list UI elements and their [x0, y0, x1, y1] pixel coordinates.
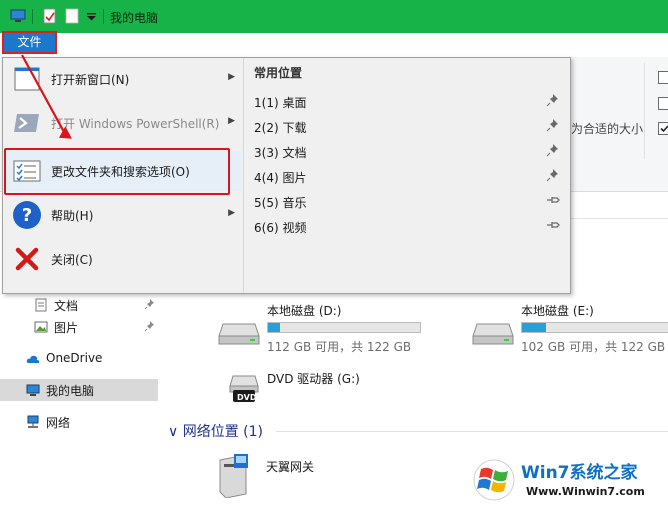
- file-tab-label: 文件: [17, 35, 42, 49]
- drive-name: 本地磁盘 (E:): [521, 304, 594, 318]
- network-locations-header[interactable]: ∨ 网络位置 (1): [168, 421, 263, 441]
- title-bar: 我的电脑: [0, 0, 668, 33]
- drive-usage-bar: [267, 322, 421, 333]
- drive-name: 本地磁盘 (D:): [267, 304, 342, 318]
- recent-item-label: 6(6) 视频: [254, 221, 307, 235]
- submenu-arrow-icon: ▶: [228, 72, 235, 82]
- nav-item-network[interactable]: 网络: [0, 411, 158, 433]
- ribbon-separator: [644, 63, 645, 159]
- drive-usage-fill: [268, 323, 281, 332]
- nav-item-onedrive[interactable]: OneDrive: [0, 348, 158, 370]
- recent-item-label: 4(4) 图片: [254, 171, 307, 185]
- hard-drive-icon: [472, 323, 514, 345]
- watermark-url: Www.Winwin7.com: [526, 485, 645, 498]
- frequent-places-title: 常用位置: [254, 66, 303, 80]
- dvd-logo: DVD: [237, 393, 257, 402]
- drive-d[interactable]: 本地磁盘 (D:) 112 GB 可用，共 122 GB: [213, 300, 423, 356]
- address-bar-area: [570, 192, 668, 219]
- hard-drive-icon: [218, 323, 260, 345]
- nav-item-label: 网络: [46, 416, 71, 430]
- pin-icon: [144, 299, 154, 310]
- window-title: 我的电脑: [110, 11, 159, 25]
- pictures-icon: [34, 321, 48, 333]
- svg-text:?: ?: [22, 205, 32, 226]
- nav-item-my-pc[interactable]: 我的电脑: [0, 379, 158, 401]
- navigation-pane: 文档 图片 OneDrive 我的电脑 网络: [0, 294, 160, 508]
- drive-space: 102 GB 可用，共 122 GB: [521, 340, 666, 354]
- unpinned-icon[interactable]: [546, 218, 560, 232]
- menu-close[interactable]: 关闭(C): [7, 239, 241, 279]
- nav-item-label: OneDrive: [46, 351, 103, 365]
- submenu-arrow-icon: ▶: [228, 208, 235, 218]
- recent-item-label: 1(1) 桌面: [254, 96, 307, 110]
- recent-item-documents[interactable]: 3(3) 文档: [254, 141, 566, 163]
- drive-space: 112 GB 可用，共 122 GB: [267, 340, 412, 354]
- recent-item-downloads[interactable]: 2(2) 下载: [254, 116, 566, 138]
- menu-open-new-window[interactable]: 打开新窗口(N) ▶: [7, 59, 241, 99]
- menu-divider: [243, 58, 244, 293]
- recent-item-label: 5(5) 音乐: [254, 196, 307, 210]
- network-icon: [27, 415, 39, 428]
- network-item-label: 天翼网关: [266, 460, 315, 474]
- drive-e[interactable]: 本地磁盘 (E:) 102 GB 可用，共 122 GB: [467, 300, 668, 356]
- drive-usage-bar: [521, 322, 668, 333]
- network-device-icon: [219, 454, 248, 498]
- windows-logo-icon: [473, 459, 515, 501]
- documents-icon: [35, 298, 47, 312]
- collapse-chevron-icon: ∨: [168, 424, 183, 440]
- pin-icon[interactable]: [546, 168, 560, 182]
- computer-icon: [10, 9, 26, 22]
- nav-item-pictures[interactable]: 图片: [0, 316, 158, 338]
- powershell-icon: [14, 114, 39, 132]
- drive-usage-fill: [522, 323, 547, 332]
- help-icon: ?: [13, 201, 41, 229]
- highlight-box: [4, 148, 230, 195]
- recent-item-music[interactable]: 5(5) 音乐: [254, 191, 566, 213]
- onedrive-cloud-icon: [26, 355, 40, 363]
- section-divider: [276, 431, 668, 432]
- qa-divider: [103, 9, 104, 24]
- recent-item-pictures[interactable]: 4(4) 图片: [254, 166, 566, 188]
- menu-help[interactable]: ? 帮助(H) ▶: [7, 195, 241, 235]
- nav-item-documents[interactable]: 文档: [0, 294, 158, 316]
- submenu-arrow-icon: ▶: [228, 116, 235, 126]
- network-item-gateway[interactable]: 天翼网关: [214, 450, 344, 500]
- pin-icon[interactable]: [546, 93, 560, 107]
- drive-g-dvd[interactable]: DVD DVD 驱动器 (G:): [213, 368, 423, 424]
- recent-item-videos[interactable]: 6(6) 视频: [254, 216, 566, 238]
- properties-icon[interactable]: [42, 8, 58, 24]
- check-icon: [660, 125, 668, 133]
- network-section-label: 网络位置 (1): [182, 424, 263, 440]
- ribbon-checkbox-checked[interactable]: [658, 122, 668, 135]
- menu-open-powershell[interactable]: 打开 Windows PowerShell(R) ▶: [7, 103, 241, 143]
- watermark: Win7系统之家 Www.Winwin7.com: [468, 450, 668, 508]
- file-tab[interactable]: 文件: [2, 31, 57, 54]
- pin-icon: [144, 321, 154, 332]
- recent-item-label: 3(3) 文档: [254, 146, 307, 160]
- unpinned-icon[interactable]: [546, 193, 560, 207]
- ribbon-checkbox[interactable]: [658, 97, 668, 110]
- nav-item-label: 文档: [54, 299, 79, 313]
- menu-item-label: 关闭(C): [51, 253, 93, 267]
- close-icon: [15, 247, 39, 271]
- size-columns-to-fit[interactable]: 为合适的大小: [571, 120, 643, 137]
- nav-item-label: 图片: [54, 321, 79, 335]
- qa-dropdown-icon[interactable]: [87, 13, 96, 21]
- nav-item-label: 我的电脑: [46, 384, 95, 398]
- drive-name: DVD 驱动器 (G:): [267, 372, 360, 386]
- computer-icon: [26, 384, 40, 396]
- menu-item-label: 打开新窗口(N): [51, 73, 130, 87]
- ribbon-tab-strip: [0, 33, 668, 58]
- watermark-brand: Win7系统之家: [521, 463, 638, 483]
- pin-icon[interactable]: [546, 143, 560, 157]
- new-folder-icon[interactable]: [64, 8, 80, 24]
- recent-item-label: 2(2) 下载: [254, 121, 307, 135]
- menu-item-label: 帮助(H): [51, 209, 94, 223]
- pin-icon[interactable]: [546, 118, 560, 132]
- qa-divider: [32, 9, 33, 24]
- ribbon-checkbox[interactable]: [658, 71, 668, 84]
- new-window-icon: [14, 67, 40, 91]
- recent-item-desktop[interactable]: 1(1) 桌面: [254, 91, 566, 113]
- menu-item-label: 打开 Windows PowerShell(R): [51, 117, 220, 131]
